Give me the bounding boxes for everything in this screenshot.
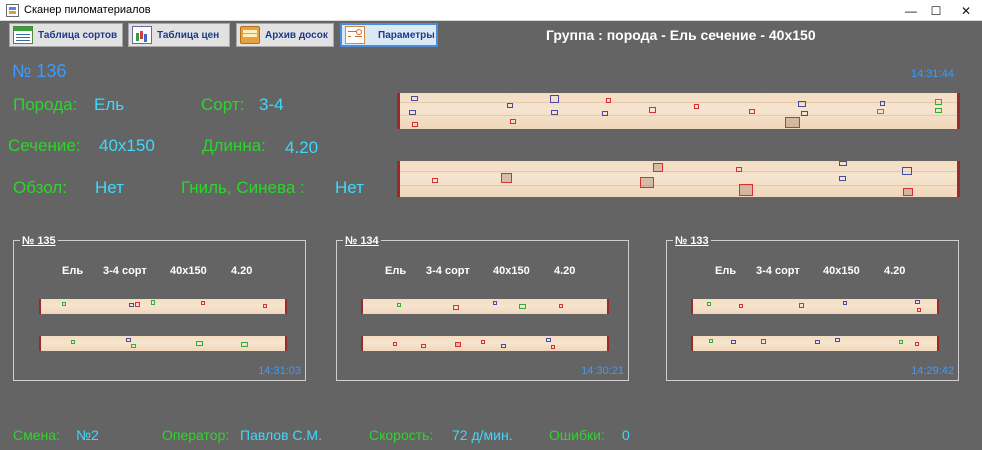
length-value: 4.20 — [285, 138, 319, 157]
errors-value: 0 — [622, 427, 630, 443]
defect-mark — [902, 167, 912, 175]
history-time: 14:30:21 — [581, 365, 624, 377]
wane-label: Обзол: — [13, 178, 67, 197]
defect-mark — [411, 96, 418, 101]
defect-mark — [649, 107, 656, 113]
grade-value: 3-4 — [259, 95, 284, 114]
history-section: 40х150 — [823, 265, 860, 277]
wane-value: Нет — [95, 178, 124, 197]
current-board-number: № 136 — [12, 61, 67, 81]
defect-mark — [507, 103, 513, 108]
defect-mark — [640, 177, 654, 188]
history-grade: 3-4 сорт — [103, 265, 147, 277]
section-value: 40х150 — [99, 136, 155, 155]
speed-label: Скорость: — [369, 427, 434, 443]
app-icon — [6, 4, 19, 17]
section-label: Сечение: — [8, 136, 81, 155]
window-title: Сканер пиломатериалов — [24, 4, 151, 16]
grades-table-button[interactable]: Таблица сортов — [9, 23, 123, 47]
history-length: 4.20 — [554, 265, 576, 277]
history-board-bottom — [361, 336, 609, 351]
defect-mark — [935, 108, 942, 113]
defect-mark — [739, 184, 753, 196]
history-grade: 3-4 сорт — [756, 265, 800, 277]
shift-label: Смена: — [13, 427, 60, 443]
history-board-bottom — [691, 336, 939, 351]
history-number: № 133 — [673, 235, 711, 247]
boards-archive-label: Архив досок — [265, 29, 328, 41]
defect-mark — [432, 178, 438, 183]
history-board-top — [361, 299, 609, 314]
history-section: 40х150 — [493, 265, 530, 277]
history-length: 4.20 — [884, 265, 906, 277]
defect-mark — [550, 95, 559, 103]
species-label: Порода: — [13, 95, 78, 114]
defect-mark — [749, 109, 755, 114]
history-species: Ель — [385, 265, 407, 277]
rot-label: Гниль, Синева : — [181, 178, 305, 197]
maximize-icon[interactable]: ☐ — [922, 0, 950, 21]
defect-mark — [412, 122, 418, 127]
current-board-time: 14:31:44 — [911, 68, 954, 80]
history-length: 4.20 — [231, 265, 253, 277]
history-section: 40х150 — [170, 265, 207, 277]
defect-mark — [694, 104, 699, 109]
history-board-top — [39, 299, 287, 314]
defect-mark — [736, 167, 742, 172]
history-time: 14:29:42 — [911, 365, 954, 377]
defect-mark — [880, 101, 885, 106]
defect-mark — [903, 188, 913, 196]
defect-mark — [839, 176, 846, 181]
defect-mark — [409, 110, 416, 115]
history-time: 14:31:03 — [258, 365, 301, 377]
history-number: № 135 — [20, 235, 58, 247]
history-panel-135[interactable]: № 135 Ель 3-4 сорт 40х150 4.20 14:31:03 — [13, 235, 306, 381]
archive-icon — [240, 26, 260, 44]
defect-mark — [935, 99, 942, 105]
shift-value: №2 — [76, 427, 99, 443]
sliders-icon — [345, 26, 365, 44]
defect-mark — [510, 119, 516, 124]
history-board-bottom — [39, 336, 287, 351]
operator-value: Павлов С.М. — [240, 427, 322, 443]
defect-mark — [877, 109, 884, 114]
errors-label: Ошибки: — [549, 427, 605, 443]
history-species: Ель — [62, 265, 84, 277]
prices-table-label: Таблица цен — [157, 29, 220, 41]
board-scan-bottom — [397, 161, 960, 197]
board-scan-top — [397, 93, 960, 129]
table-icon — [13, 26, 33, 44]
species-value: Ель — [94, 95, 125, 114]
defect-mark — [551, 110, 558, 115]
history-panel-133[interactable]: № 133 Ель 3-4 сорт 40х150 4.20 14:29:42 — [666, 235, 959, 381]
defect-mark — [798, 101, 806, 107]
defect-mark — [602, 111, 608, 116]
boards-archive-button[interactable]: Архив досок — [236, 23, 334, 47]
history-species: Ель — [715, 265, 737, 277]
defect-mark — [801, 111, 808, 116]
chart-icon — [132, 26, 152, 44]
defect-mark — [839, 161, 847, 166]
title-bar: Сканер пиломатериалов — ☐ ✕ — [0, 0, 982, 21]
grades-table-label: Таблица сортов — [38, 29, 118, 41]
close-icon[interactable]: ✕ — [952, 0, 980, 21]
parameters-label: Параметры — [378, 29, 435, 41]
defect-mark — [501, 173, 512, 183]
defect-mark — [653, 163, 663, 172]
history-board-top — [691, 299, 939, 314]
rot-value: Нет — [335, 178, 364, 197]
defect-mark — [785, 117, 800, 128]
history-number: № 134 — [343, 235, 381, 247]
operator-label: Оператор: — [162, 427, 230, 443]
history-panel-134[interactable]: № 134 Ель 3-4 сорт 40х150 4.20 14:30:21 — [336, 235, 629, 381]
parameters-button[interactable]: Параметры — [340, 23, 438, 47]
group-info: Группа : порода - Ель сечение - 40х150 — [546, 27, 816, 43]
defect-mark — [606, 98, 611, 103]
grade-label: Сорт: — [201, 95, 245, 114]
speed-value: 72 д/мин. — [452, 427, 513, 443]
length-label: Длинна: — [202, 136, 266, 155]
minimize-icon[interactable]: — — [897, 0, 925, 21]
prices-table-button[interactable]: Таблица цен — [128, 23, 230, 47]
history-grade: 3-4 сорт — [426, 265, 470, 277]
